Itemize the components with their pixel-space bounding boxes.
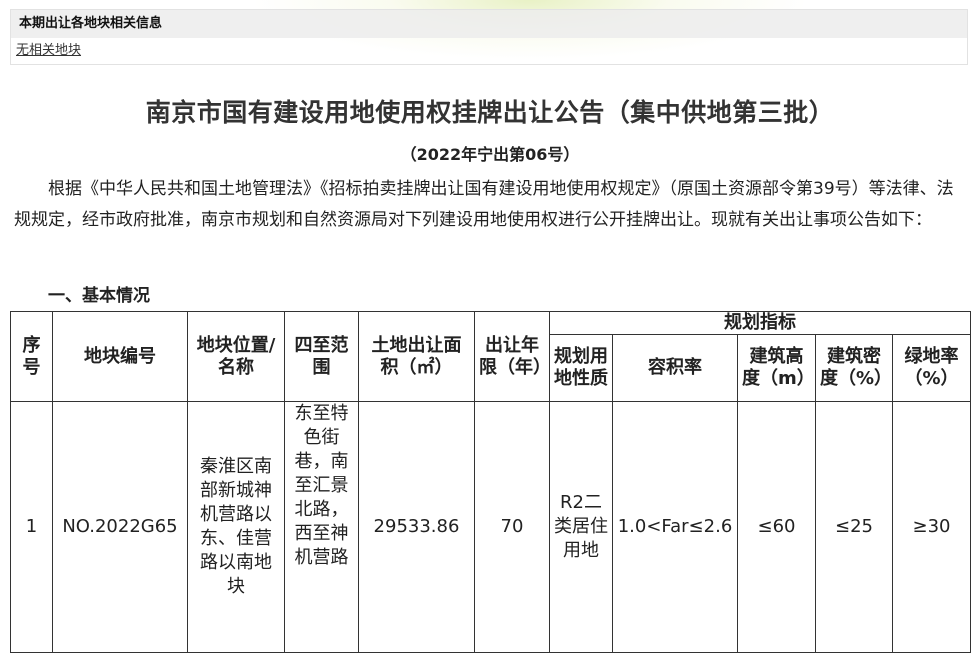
related-plots-panel: 本期出让各地块相关信息 无相关地块 [10, 9, 968, 65]
cell-land-use: R2二类居住用地 [549, 401, 613, 653]
intro-paragraph: 根据《中华人民共和国土地管理法》《招标拍卖挂牌出让国有建设用地使用权规定》（原国… [14, 179, 954, 230]
cell-density: ≤25 [815, 401, 893, 653]
header-planning-group: 规划指标 [548, 311, 972, 335]
header-land-use: 规划用地性质 [549, 334, 613, 402]
section-heading: 一、基本情况 [48, 286, 150, 306]
cell-area: 29533.86 [358, 401, 475, 653]
land-info-table: 序号 地块编号 地块位置/名称 四至范围 土地出让面积（㎡） 出让年限（年） 规… [10, 311, 972, 653]
cell-seq: 1 [10, 401, 53, 653]
table-row: 1 NO.2022G65 秦淮区南部新城神机营路以东、佳营路以南地块 东至特色街… [10, 401, 972, 653]
cell-height: ≤60 [737, 401, 816, 653]
cell-term: 70 [474, 401, 550, 653]
cell-green: ≥30 [891, 401, 972, 653]
header-plot-no: 地块编号 [52, 311, 188, 402]
panel-header: 本期出让各地块相关信息 [11, 10, 967, 38]
header-height: 建筑高度（m） [737, 334, 816, 402]
cell-far: 1.0<Far≤2.6 [612, 401, 738, 653]
page-title: 南京市国有建设用地使用权挂牌出让公告（集中供地第三批） [145, 98, 835, 127]
header-green: 绿地率（%） [891, 334, 972, 402]
header-density: 建筑密度（%） [815, 334, 893, 402]
no-related-plots-link[interactable]: 无相关地块 [11, 38, 967, 64]
cell-plot-no: NO.2022G65 [52, 401, 188, 653]
table-header-row: 序号 地块编号 地块位置/名称 四至范围 土地出让面积（㎡） 出让年限（年） 规… [10, 311, 972, 402]
cell-location: 秦淮区南部新城神机营路以东、佳营路以南地块 [187, 401, 285, 653]
document-number: （2022年宁出第06号） [400, 145, 580, 164]
header-boundary: 四至范围 [284, 311, 359, 402]
header-far: 容积率 [612, 334, 738, 402]
cell-boundary: 东至特色街巷，南至汇景北路，西至神机营路 [284, 401, 359, 653]
header-area: 土地出让面积（㎡） [358, 311, 475, 402]
header-location: 地块位置/名称 [187, 311, 285, 402]
header-seq: 序号 [10, 311, 53, 402]
header-term: 出让年限（年） [474, 311, 551, 402]
